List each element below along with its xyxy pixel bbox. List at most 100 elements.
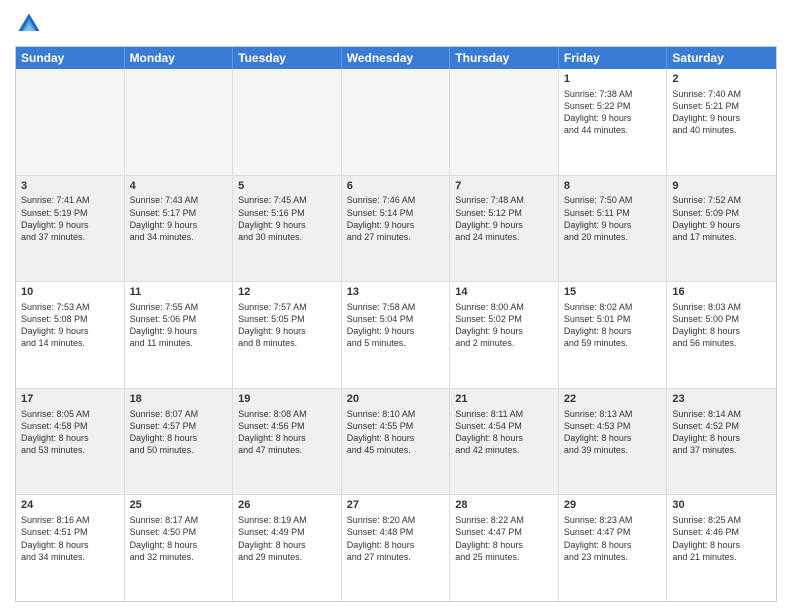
cell-info-line: Sunset: 5:21 PM <box>672 100 771 112</box>
cell-info-line: Sunset: 4:47 PM <box>564 526 662 538</box>
weekday-header: Sunday <box>16 47 125 69</box>
cell-info-line: Daylight: 8 hours <box>455 539 553 551</box>
cell-info-line: Sunrise: 7:45 AM <box>238 194 336 206</box>
calendar-cell: 23Sunrise: 8:14 AMSunset: 4:52 PMDayligh… <box>667 389 776 495</box>
cell-info-line: Sunrise: 8:19 AM <box>238 514 336 526</box>
cell-info-line: Sunset: 5:01 PM <box>564 313 662 325</box>
calendar-cell: 24Sunrise: 8:16 AMSunset: 4:51 PMDayligh… <box>16 495 125 601</box>
day-number: 20 <box>347 392 445 407</box>
cell-info-line: and 39 minutes. <box>564 444 662 456</box>
cell-info-line: and 11 minutes. <box>130 337 228 349</box>
calendar-cell: 20Sunrise: 8:10 AMSunset: 4:55 PMDayligh… <box>342 389 451 495</box>
calendar-cell <box>16 69 125 175</box>
calendar-cell: 15Sunrise: 8:02 AMSunset: 5:01 PMDayligh… <box>559 282 668 388</box>
cell-info-line: Daylight: 8 hours <box>455 432 553 444</box>
day-number: 18 <box>130 392 228 407</box>
cell-info-line: Sunset: 5:16 PM <box>238 207 336 219</box>
cell-info-line: Sunrise: 7:48 AM <box>455 194 553 206</box>
cell-info-line: Sunrise: 7:46 AM <box>347 194 445 206</box>
cell-info-line: Sunrise: 8:05 AM <box>21 408 119 420</box>
cell-info-line: Sunrise: 8:23 AM <box>564 514 662 526</box>
cell-info-line: Sunrise: 8:00 AM <box>455 301 553 313</box>
calendar-cell: 5Sunrise: 7:45 AMSunset: 5:16 PMDaylight… <box>233 176 342 282</box>
calendar-cell <box>450 69 559 175</box>
day-number: 23 <box>672 392 771 407</box>
cell-info-line: and 37 minutes. <box>672 444 771 456</box>
weekday-header: Friday <box>559 47 668 69</box>
calendar-cell: 30Sunrise: 8:25 AMSunset: 4:46 PMDayligh… <box>667 495 776 601</box>
cell-info-line: and 32 minutes. <box>130 551 228 563</box>
cell-info-line: Daylight: 8 hours <box>672 432 771 444</box>
weekday-header: Tuesday <box>233 47 342 69</box>
cell-info-line: Sunrise: 7:43 AM <box>130 194 228 206</box>
calendar-cell: 6Sunrise: 7:46 AMSunset: 5:14 PMDaylight… <box>342 176 451 282</box>
cell-info-line: Sunset: 5:06 PM <box>130 313 228 325</box>
cell-info-line: and 44 minutes. <box>564 124 662 136</box>
cell-info-line: Sunrise: 8:22 AM <box>455 514 553 526</box>
day-number: 22 <box>564 392 662 407</box>
cell-info-line: Sunrise: 7:55 AM <box>130 301 228 313</box>
calendar-cell: 10Sunrise: 7:53 AMSunset: 5:08 PMDayligh… <box>16 282 125 388</box>
cell-info-line: and 29 minutes. <box>238 551 336 563</box>
cell-info-line: Daylight: 8 hours <box>130 539 228 551</box>
day-number: 10 <box>21 285 119 300</box>
cell-info-line: Sunrise: 8:13 AM <box>564 408 662 420</box>
cell-info-line: Daylight: 8 hours <box>238 432 336 444</box>
calendar-row: 24Sunrise: 8:16 AMSunset: 4:51 PMDayligh… <box>16 494 776 601</box>
calendar-cell: 14Sunrise: 8:00 AMSunset: 5:02 PMDayligh… <box>450 282 559 388</box>
calendar-cell: 2Sunrise: 7:40 AMSunset: 5:21 PMDaylight… <box>667 69 776 175</box>
cell-info-line: Sunset: 4:57 PM <box>130 420 228 432</box>
cell-info-line: Sunset: 4:56 PM <box>238 420 336 432</box>
day-number: 1 <box>564 72 662 87</box>
cell-info-line: Sunrise: 8:11 AM <box>455 408 553 420</box>
calendar-cell: 17Sunrise: 8:05 AMSunset: 4:58 PMDayligh… <box>16 389 125 495</box>
day-number: 6 <box>347 179 445 194</box>
day-number: 11 <box>130 285 228 300</box>
day-number: 12 <box>238 285 336 300</box>
cell-info-line: Sunset: 4:48 PM <box>347 526 445 538</box>
cell-info-line: Daylight: 9 hours <box>672 112 771 124</box>
cell-info-line: and 27 minutes. <box>347 551 445 563</box>
cell-info-line: and 40 minutes. <box>672 124 771 136</box>
weekday-header: Wednesday <box>342 47 451 69</box>
cell-info-line: Daylight: 9 hours <box>347 219 445 231</box>
calendar-cell <box>342 69 451 175</box>
cell-info-line: and 23 minutes. <box>564 551 662 563</box>
cell-info-line: Daylight: 9 hours <box>672 219 771 231</box>
calendar-cell: 25Sunrise: 8:17 AMSunset: 4:50 PMDayligh… <box>125 495 234 601</box>
calendar-cell: 3Sunrise: 7:41 AMSunset: 5:19 PMDaylight… <box>16 176 125 282</box>
day-number: 19 <box>238 392 336 407</box>
cell-info-line: Sunset: 5:19 PM <box>21 207 119 219</box>
calendar-cell: 21Sunrise: 8:11 AMSunset: 4:54 PMDayligh… <box>450 389 559 495</box>
day-number: 28 <box>455 498 553 513</box>
day-number: 9 <box>672 179 771 194</box>
cell-info-line: Sunset: 5:14 PM <box>347 207 445 219</box>
cell-info-line: Sunrise: 8:16 AM <box>21 514 119 526</box>
cell-info-line: and 37 minutes. <box>21 231 119 243</box>
day-number: 26 <box>238 498 336 513</box>
cell-info-line: Daylight: 8 hours <box>21 539 119 551</box>
cell-info-line: Daylight: 8 hours <box>347 432 445 444</box>
cell-info-line: and 47 minutes. <box>238 444 336 456</box>
logo <box>15 10 47 38</box>
weekday-header: Monday <box>125 47 234 69</box>
cell-info-line: Sunrise: 7:57 AM <box>238 301 336 313</box>
cell-info-line: Sunrise: 8:17 AM <box>130 514 228 526</box>
cell-info-line: Daylight: 8 hours <box>672 539 771 551</box>
cell-info-line: Daylight: 8 hours <box>672 325 771 337</box>
cell-info-line: Sunset: 4:52 PM <box>672 420 771 432</box>
cell-info-line: Sunset: 5:22 PM <box>564 100 662 112</box>
cell-info-line: Sunset: 5:17 PM <box>130 207 228 219</box>
day-number: 14 <box>455 285 553 300</box>
day-number: 15 <box>564 285 662 300</box>
cell-info-line: Daylight: 9 hours <box>238 325 336 337</box>
day-number: 2 <box>672 72 771 87</box>
cell-info-line: and 8 minutes. <box>238 337 336 349</box>
day-number: 5 <box>238 179 336 194</box>
calendar-body: 1Sunrise: 7:38 AMSunset: 5:22 PMDaylight… <box>16 69 776 601</box>
cell-info-line: and 53 minutes. <box>21 444 119 456</box>
cell-info-line: and 42 minutes. <box>455 444 553 456</box>
day-number: 24 <box>21 498 119 513</box>
calendar-cell: 26Sunrise: 8:19 AMSunset: 4:49 PMDayligh… <box>233 495 342 601</box>
cell-info-line: Sunset: 4:54 PM <box>455 420 553 432</box>
